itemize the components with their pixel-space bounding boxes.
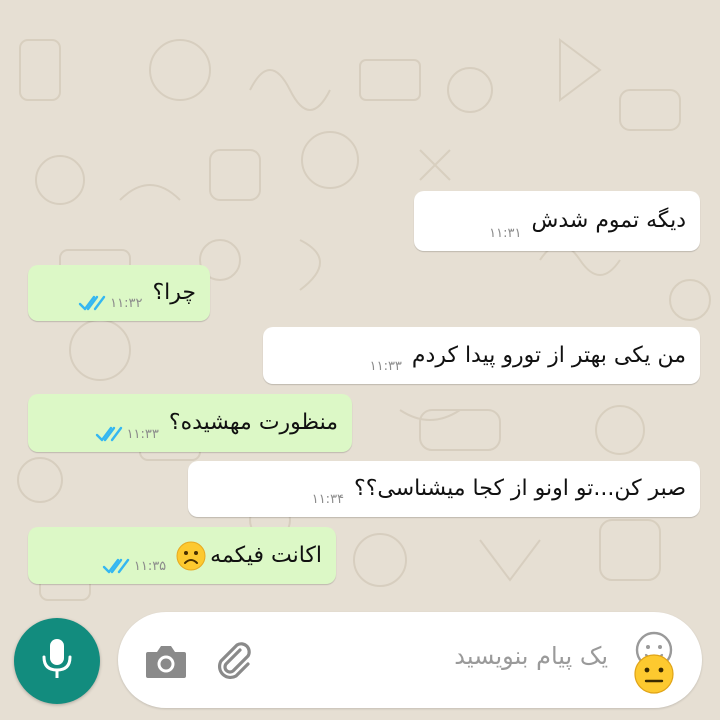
message-time: ۱۱:۳۱	[489, 226, 522, 241]
voice-message-button[interactable]	[14, 618, 100, 704]
message-text: دیگه تموم شدش	[531, 208, 686, 233]
double-check-read-icon	[102, 558, 130, 574]
message-meta: ۱۱:۳۲	[78, 295, 142, 321]
sad-face-emoji-icon	[176, 541, 206, 571]
message-text: اکانت فیکمه	[210, 542, 322, 568]
message-text: چرا؟	[152, 280, 196, 305]
microphone-icon	[39, 637, 75, 685]
message-meta: ۱۱:۳۱	[489, 226, 521, 251]
double-check-read-icon	[95, 426, 123, 442]
message-bubble-incoming[interactable]: من یکی بهتر از تورو پیدا کردم ۱۱:۳۳	[263, 327, 700, 384]
message-time: ۱۱:۳۳	[126, 426, 159, 442]
message-text: من یکی بهتر از تورو پیدا کردم	[411, 342, 686, 368]
message-time: ۱۱:۳۲	[110, 295, 143, 311]
emoji-face-icon[interactable]	[624, 628, 688, 698]
message-text-wrapper: اکانت فیکمه	[176, 541, 322, 571]
message-input-placeholder[interactable]: یک پیام بنویسید	[454, 642, 608, 670]
message-bubble-incoming[interactable]: دیگه تموم شدش ۱۱:۳۱	[414, 191, 700, 251]
double-check-read-icon	[78, 295, 106, 311]
message-bubble-outgoing[interactable]: چرا؟ ۱۱:۳۲	[28, 265, 210, 321]
message-time: ۱۱:۳۳	[369, 359, 402, 374]
message-meta: ۱۱:۳۳	[95, 426, 159, 452]
message-meta: ۱۱:۳۳	[370, 359, 402, 384]
message-text: صبر کن...تو اونو از کجا میشناسی؟؟	[354, 476, 686, 501]
camera-icon[interactable]	[144, 642, 188, 684]
message-text: منظورت مهشیده؟	[168, 410, 338, 435]
message-time: ۱۱:۳۵	[133, 558, 167, 574]
paperclip-icon[interactable]	[212, 638, 252, 686]
message-input-bar[interactable]: یک پیام بنویسید	[118, 612, 702, 708]
message-bubble-outgoing[interactable]: منظورت مهشیده؟ ۱۱:۳۳	[28, 394, 352, 452]
message-bubble-outgoing[interactable]: اکانت فیکمه ۱۱:۳۵	[28, 527, 336, 584]
message-meta: ۱۱:۳۵	[102, 558, 166, 584]
message-meta: ۱۱:۳۴	[312, 492, 344, 517]
message-time: ۱۱:۳۴	[311, 492, 345, 507]
message-bubble-incoming[interactable]: صبر کن...تو اونو از کجا میشناسی؟؟ ۱۱:۳۴	[188, 461, 700, 517]
